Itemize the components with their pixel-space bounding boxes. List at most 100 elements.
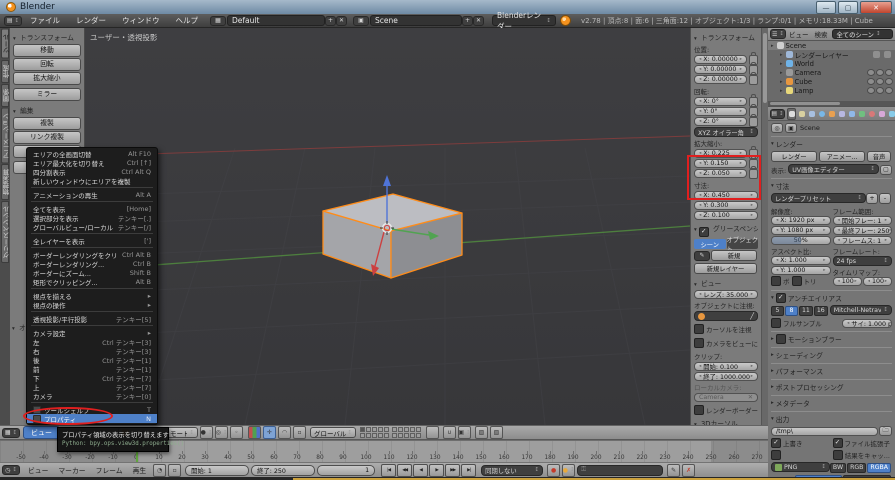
duplicate-linked-button[interactable]: リンク複製 — [13, 131, 81, 144]
resolution-x-field[interactable]: X: 1920 px — [771, 216, 831, 225]
timeline-playback-menu[interactable]: 再生 — [128, 465, 152, 475]
layer-cell[interactable] — [392, 433, 397, 438]
close-button[interactable]: ✕ — [860, 1, 892, 14]
expander-icon[interactable]: ▸ — [780, 52, 783, 58]
properties-tab-particles[interactable] — [887, 108, 895, 120]
aspect-y-field[interactable]: Y: 1.000 — [771, 266, 831, 275]
performance-panel-header[interactable]: ▸パフォーマンス — [771, 363, 892, 376]
jump-start-button[interactable]: |◀ — [381, 464, 396, 477]
edit-panel-header[interactable]: ▾ 編集 — [13, 105, 81, 115]
properties-tab-constraints[interactable] — [837, 108, 846, 120]
start-frame-field[interactable]: 開始: 1 — [185, 465, 249, 476]
layer-cell[interactable] — [366, 427, 371, 432]
rotation-x-field[interactable]: X: 0° — [694, 97, 747, 106]
preset-add-button[interactable]: + — [866, 193, 878, 204]
render-panel-header[interactable]: ▾レンダー — [771, 136, 892, 149]
remap-new-field[interactable]: 100 — [863, 277, 892, 286]
file-format-dropdown[interactable]: PNG↕ — [771, 462, 830, 472]
gpencil-scene-tab[interactable]: シーン — [694, 239, 726, 249]
screen-layout-icon[interactable]: ▦ — [210, 16, 226, 26]
lock-cursor-checkbox[interactable] — [694, 324, 704, 334]
render-still-button[interactable]: レンダー — [771, 151, 817, 162]
insert-keyframe-icon[interactable]: ✎ — [667, 464, 680, 477]
lock-icon[interactable] — [749, 75, 758, 85]
render-animation-button[interactable]: アニメー... — [819, 151, 865, 162]
aa-samples-8[interactable]: 8 — [785, 306, 798, 316]
lock-layers-icon[interactable] — [426, 426, 439, 439]
display-dropdown[interactable]: UV画像エディター↕ — [788, 164, 879, 174]
cache-result-checkbox[interactable] — [833, 450, 843, 460]
outliner-row-Cube[interactable]: ▸Cube — [768, 77, 895, 86]
npanel-scrollbar[interactable] — [761, 28, 768, 425]
folder-icon[interactable]: 🗀 — [879, 426, 892, 436]
editor-type-3d-icon[interactable]: ▦↕ — [2, 428, 20, 438]
autokey-mode-icon[interactable]: ●↕ — [562, 464, 575, 477]
snap-magnet-icon[interactable]: ∪ — [443, 426, 456, 439]
operator-panel-header[interactable]: ▾ オペレーター — [12, 322, 27, 332]
blender-splash-icon[interactable] — [560, 15, 571, 26]
shading-panel-header[interactable]: ▸シェーディング — [771, 347, 892, 360]
aa-filter-dropdown[interactable]: Mitchell-Netrav...↕ — [830, 305, 892, 315]
layer-cell[interactable] — [384, 433, 389, 438]
preset-remove-button[interactable]: - — [879, 193, 891, 204]
outliner-view-menu[interactable]: ビュー — [789, 29, 809, 39]
expander-icon[interactable]: ▸ — [780, 79, 783, 85]
layer-cell[interactable] — [398, 433, 403, 438]
view-menu-button[interactable]: ビュー — [23, 426, 60, 439]
manipulator-scale-icon[interactable]: ▫ — [293, 426, 306, 439]
timeline-frame-menu[interactable]: フレーム — [91, 465, 128, 475]
resolution-y-field[interactable]: Y: 1080 px — [771, 226, 831, 235]
properties-tab-modifiers[interactable] — [847, 108, 856, 120]
aa-samples-5[interactable]: 5 — [771, 306, 784, 316]
layer-cell[interactable] — [410, 433, 415, 438]
rotation-z-field[interactable]: Z: 0° — [694, 117, 747, 126]
viewport-shading-icon[interactable]: ●↕ — [200, 426, 213, 439]
color-mode-bw[interactable]: BW — [830, 463, 846, 473]
dimension-z-field[interactable]: Z: 0.100 — [694, 211, 758, 220]
new-layer-button[interactable]: 新規レイヤー — [694, 263, 757, 274]
duplicate-button[interactable]: 複製 — [13, 117, 81, 130]
properties-tab-scene[interactable] — [797, 108, 806, 120]
outliner-row-Lamp[interactable]: ▸Lamp — [768, 86, 895, 95]
file-extensions-checkbox[interactable]: ✓ — [833, 438, 843, 448]
layer-cell[interactable] — [378, 427, 383, 432]
prev-keyframe-button[interactable]: ◀◀ — [397, 464, 412, 477]
properties-tab-texture[interactable] — [877, 108, 886, 120]
outliner-filter-dropdown[interactable]: 全てのシーン↕ — [832, 29, 894, 39]
opengl-render-anim-icon[interactable]: ▧ — [490, 426, 503, 439]
screen-icon[interactable]: ▢ — [880, 165, 892, 175]
manipulator-translate-icon[interactable]: ✛ — [263, 426, 276, 439]
layer-cell[interactable] — [366, 433, 371, 438]
resolution-percentage-slider[interactable]: 50% — [771, 236, 831, 245]
remap-old-field[interactable]: 100 — [833, 277, 862, 286]
properties-tab-render-layers[interactable] — [807, 108, 816, 120]
pivot-align-icon[interactable]: ◦ — [230, 426, 243, 439]
eye-icon[interactable] — [867, 69, 875, 76]
outliner-search-menu[interactable]: 検索 — [815, 29, 828, 39]
npanel-transform-header[interactable]: ▾ トランスフォーム — [694, 32, 758, 42]
timeline-view-menu[interactable]: ビュー — [23, 465, 53, 475]
aspect-x-field[interactable]: X: 1.000 — [771, 256, 831, 265]
next-keyframe-button[interactable]: ▶▶ — [445, 464, 460, 477]
properties-editor-icon[interactable]: ▤↕ — [770, 109, 785, 119]
viewport-3d[interactable]: ユーザー・透視投影 — [85, 28, 690, 425]
record-icon[interactable]: ● — [547, 464, 560, 477]
frame-step-field[interactable]: フレームス: 1 — [833, 236, 893, 245]
layout-delete-icon[interactable]: ✕ — [336, 16, 347, 26]
layer-cell[interactable] — [360, 433, 365, 438]
sync-dropdown[interactable]: 同期しない↕ — [481, 465, 543, 476]
maximize-button[interactable]: ▢ — [838, 1, 858, 14]
cube-object[interactable] — [323, 194, 462, 278]
transform-panel-header[interactable]: ▾ トランスフォーム — [13, 32, 81, 42]
menu-item[interactable]: グローバルビュー/ローカルビューテンキー[/] — [27, 222, 157, 231]
eye-icon[interactable] — [867, 78, 875, 85]
preview-range-icon[interactable]: ◔ — [153, 464, 166, 477]
metadata-panel-header[interactable]: ▸メタデータ — [771, 395, 892, 408]
properties-tab-material[interactable] — [867, 108, 876, 120]
jump-end-button[interactable]: ▶| — [461, 464, 476, 477]
aa-samples-16[interactable]: 16 — [814, 306, 828, 316]
orientation-dropdown[interactable]: グローバル↕ — [310, 427, 356, 438]
mirror-button[interactable]: ミラー — [13, 88, 81, 101]
play-button[interactable]: ▶ — [429, 464, 444, 477]
delete-keyframe-icon[interactable]: ✗ — [682, 464, 695, 477]
